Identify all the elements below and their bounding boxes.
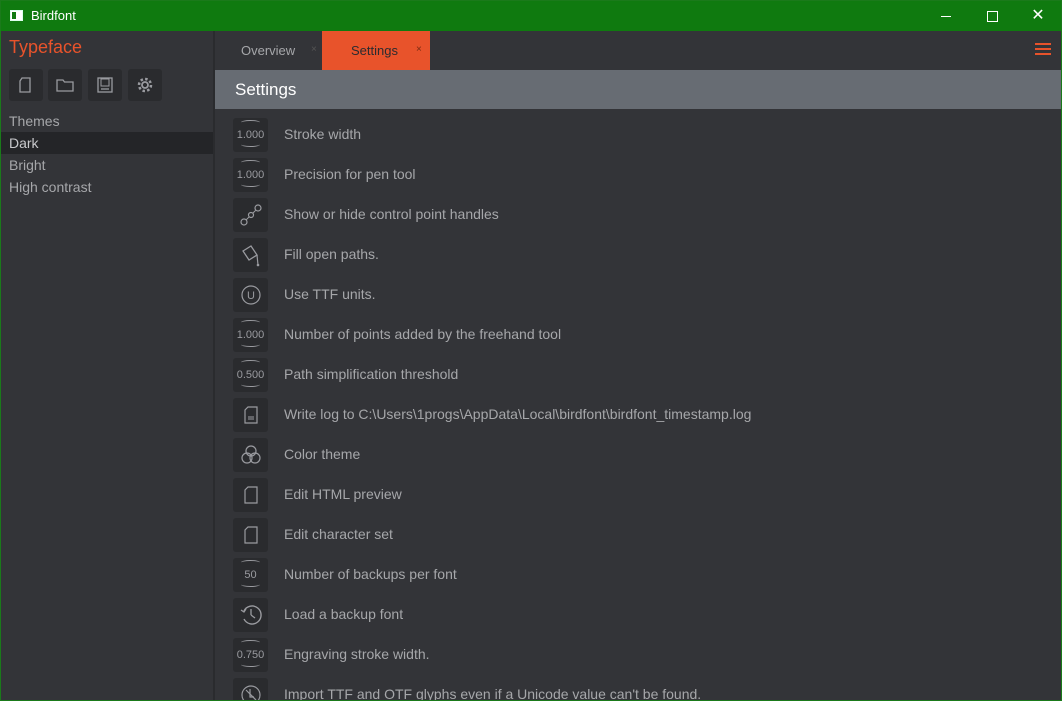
setting-label: Color theme	[284, 446, 361, 462]
open-folder-icon	[56, 79, 74, 92]
setting-label: Precision for pen tool	[284, 166, 416, 182]
number-spinner-icon[interactable]: 0.500	[233, 358, 268, 392]
setting-row-load-backup[interactable]: Load a backup font	[215, 595, 1061, 635]
setting-label: Edit character set	[284, 526, 393, 542]
setting-row-stroke-width[interactable]: 1.000 Stroke width	[215, 115, 1061, 155]
page-title: Settings	[235, 80, 297, 99]
sidebar-item-high-contrast[interactable]: High contrast	[1, 176, 214, 198]
setting-label: Show or hide control point handles	[284, 206, 499, 222]
minimize-button[interactable]	[923, 1, 969, 31]
sidebar: Typeface Themes Dark Bright High contras…	[1, 31, 214, 700]
maximize-button[interactable]	[969, 1, 1015, 31]
setting-row-write-log[interactable]: Write log to C:\Users\1progs\AppData\Loc…	[215, 395, 1061, 435]
control-handles-icon[interactable]	[233, 198, 268, 232]
theme-list: Themes Dark Bright High contrast	[1, 110, 214, 198]
setting-row-html-preview[interactable]: Edit HTML preview	[215, 475, 1061, 515]
setting-row-freehand-points[interactable]: 1.000 Number of points added by the free…	[215, 315, 1061, 355]
color-circles-icon[interactable]	[233, 438, 268, 472]
import-glyph-icon[interactable]	[233, 678, 268, 700]
tab-settings-close-icon[interactable]: ×	[416, 44, 422, 55]
ttf-units-icon[interactable]: U	[233, 278, 268, 312]
sidebar-item-bright[interactable]: Bright	[1, 154, 214, 176]
setting-label: Edit HTML preview	[284, 486, 402, 502]
gear-icon	[137, 77, 153, 93]
setting-row-color-theme[interactable]: Color theme	[215, 435, 1061, 475]
save-icon	[97, 77, 113, 93]
number-spinner-icon[interactable]: 1.000	[233, 118, 268, 152]
tab-overview[interactable]: Overview ×	[215, 31, 322, 70]
setting-row-backups[interactable]: 50 Number of backups per font	[215, 555, 1061, 595]
tab-settings[interactable]: Settings ×	[322, 31, 430, 70]
settings-header: Settings	[215, 70, 1061, 109]
number-spinner-icon[interactable]: 50	[233, 558, 268, 592]
number-spinner-icon[interactable]: 0.750	[233, 638, 268, 672]
document-icon[interactable]	[233, 518, 268, 552]
app-icon	[10, 10, 23, 21]
setting-label: Number of points added by the freehand t…	[284, 326, 562, 342]
maximize-icon	[986, 10, 998, 22]
setting-label: Import TTF and OTF glyphs even if a Unic…	[284, 686, 702, 701]
setting-row-precision[interactable]: 1.000 Precision for pen tool	[215, 155, 1061, 195]
setting-row-fill-open-paths[interactable]: Fill open paths.	[215, 235, 1061, 275]
tab-settings-label: Settings	[351, 43, 398, 58]
tab-bar: Overview × Settings ×	[215, 31, 1061, 70]
typeface-title: Typeface	[9, 37, 83, 57]
app-window: Birdfont ✕ Typeface Themes Dark Bright H…	[0, 0, 1062, 701]
clock-icon[interactable]	[233, 598, 268, 632]
setting-label: Use TTF units.	[284, 286, 376, 302]
setting-label: Fill open paths.	[284, 246, 379, 262]
settings-list: 1.000 Stroke width 1.000 Precision for p…	[215, 115, 1061, 701]
hamburger-menu-icon[interactable]	[1035, 43, 1051, 55]
new-file-button[interactable]	[9, 69, 43, 101]
setting-row-import-glyphs[interactable]: Import TTF and OTF glyphs even if a Unic…	[215, 675, 1061, 701]
save-button[interactable]	[88, 69, 122, 101]
setting-row-character-set[interactable]: Edit character set	[215, 515, 1061, 555]
tab-overview-label: Overview	[241, 43, 296, 58]
title-bar[interactable]: Birdfont ✕	[1, 1, 1061, 31]
sidebar-item-themes[interactable]: Themes	[1, 110, 214, 132]
document-icon[interactable]	[233, 478, 268, 512]
svg-text:U: U	[247, 290, 255, 302]
setting-label: Engraving stroke width.	[284, 646, 430, 662]
setting-row-simplification[interactable]: 0.500 Path simplification threshold	[215, 355, 1061, 395]
new-file-icon	[19, 77, 31, 93]
setting-label: Load a backup font	[284, 606, 404, 622]
setting-label: Stroke width	[284, 126, 362, 142]
window-title: Birdfont	[31, 8, 76, 23]
sidebar-item-dark[interactable]: Dark	[1, 132, 214, 154]
fill-bucket-icon[interactable]	[233, 238, 268, 272]
close-icon: ✕	[1031, 7, 1045, 24]
close-button[interactable]: ✕	[1015, 1, 1061, 31]
log-file-icon[interactable]	[233, 398, 268, 432]
open-folder-button[interactable]	[48, 69, 82, 101]
setting-row-control-handles[interactable]: Show or hide control point handles	[215, 195, 1061, 235]
setting-label: Path simplification threshold	[284, 366, 459, 382]
setting-label: Number of backups per font	[284, 566, 457, 582]
setting-label: Write log to C:\Users\1progs\AppData\Loc…	[284, 406, 752, 422]
minimize-icon	[941, 15, 951, 17]
number-spinner-icon[interactable]: 1.000	[233, 318, 268, 352]
settings-gear-button[interactable]	[128, 69, 162, 101]
setting-row-ttf-units[interactable]: U Use TTF units.	[215, 275, 1061, 315]
setting-row-engraving[interactable]: 0.750 Engraving stroke width.	[215, 635, 1061, 675]
tab-overview-close-icon[interactable]: ×	[311, 44, 317, 55]
number-spinner-icon[interactable]: 1.000	[233, 158, 268, 192]
